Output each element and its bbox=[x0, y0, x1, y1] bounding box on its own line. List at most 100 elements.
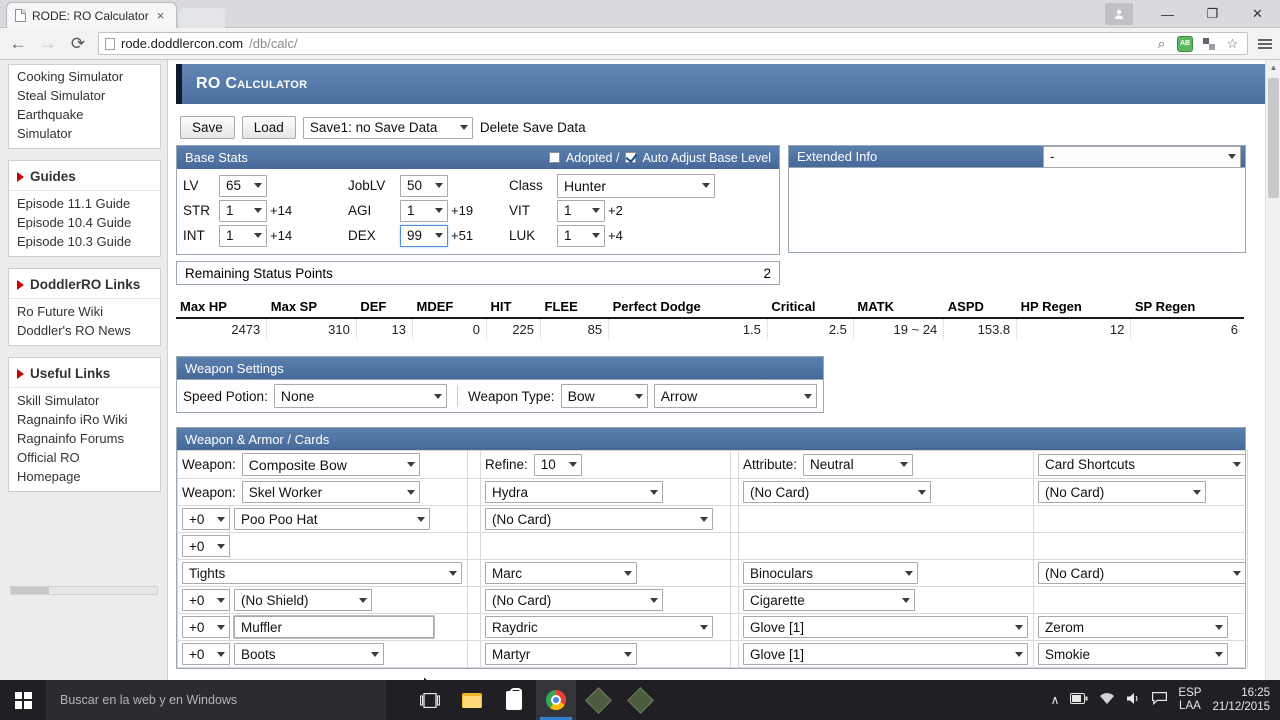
sidebar-link-earthquake[interactable]: Earthquake bbox=[9, 105, 160, 124]
card-slot-select[interactable]: Hydra bbox=[485, 481, 664, 503]
card-shortcuts-select[interactable]: Card Shortcuts bbox=[1038, 453, 1247, 476]
card-slot-select[interactable]: Smokie bbox=[1038, 643, 1229, 665]
sidebar-link-episode-11-1-guide[interactable]: Episode 11.1 Guide bbox=[9, 194, 160, 213]
shield-select[interactable]: (No Shield) bbox=[234, 589, 372, 611]
user-avatar-icon[interactable] bbox=[1105, 3, 1133, 25]
file-explorer-icon[interactable] bbox=[452, 680, 492, 720]
load-button[interactable]: Load bbox=[241, 116, 296, 139]
windows-store-icon[interactable] bbox=[494, 680, 534, 720]
card-slot-select[interactable]: Marc bbox=[485, 562, 638, 584]
ammo-select[interactable]: Arrow bbox=[653, 384, 817, 408]
card-slot-select[interactable]: (No Card) bbox=[485, 508, 714, 530]
card-slot-value: (No Card) bbox=[492, 511, 552, 527]
show-hidden-icons-chevron[interactable]: ∧ bbox=[1051, 693, 1060, 707]
adblock-icon[interactable]: AB bbox=[1177, 35, 1193, 52]
bookmark-star-icon[interactable]: ☆ bbox=[1224, 35, 1241, 52]
armor-select[interactable]: Tights bbox=[182, 562, 462, 584]
accessory-select[interactable]: Cigarette bbox=[743, 589, 916, 611]
speed-potion-select[interactable]: None bbox=[273, 384, 447, 408]
sidebar-link-skill-simulator[interactable]: Skill Simulator bbox=[9, 391, 160, 410]
lv-select[interactable]: 65 bbox=[219, 174, 267, 197]
card-slot-select[interactable]: Zerom bbox=[1038, 616, 1229, 638]
weapon-card-select[interactable]: Skel Worker bbox=[241, 481, 420, 503]
wifi-icon[interactable] bbox=[1099, 692, 1115, 708]
close-window-button[interactable]: ✕ bbox=[1235, 0, 1280, 28]
sidebar-link-episode-10-3-guide[interactable]: Episode 10.3 Guide bbox=[9, 232, 160, 251]
dex-select[interactable]: 99 bbox=[400, 224, 448, 247]
card-slot-select[interactable]: Raydric bbox=[485, 616, 714, 638]
vit-select[interactable]: 1 bbox=[557, 199, 605, 222]
scrollbar-thumb[interactable] bbox=[1268, 78, 1279, 198]
zoom-icon[interactable]: ⌕ bbox=[1153, 35, 1170, 52]
class-select[interactable]: Hunter bbox=[557, 173, 715, 198]
minimize-button[interactable]: — bbox=[1145, 0, 1190, 28]
extended-info-select[interactable]: - bbox=[1043, 145, 1241, 168]
close-tab-icon[interactable]: × bbox=[155, 9, 167, 22]
joblv-select[interactable]: 50 bbox=[400, 174, 448, 197]
sidebar-link-ro-future-wiki[interactable]: Ro Future Wiki bbox=[9, 302, 160, 321]
card-slot-select[interactable]: (No Card) bbox=[1038, 562, 1247, 584]
refine-select[interactable]: +0 bbox=[182, 508, 230, 530]
extension-icon[interactable] bbox=[1200, 35, 1217, 52]
card-slot-select[interactable]: (No Card) bbox=[743, 481, 932, 503]
sidebar-link-ragnainfo-forums[interactable]: Ragnainfo Forums bbox=[9, 429, 160, 448]
weapon-select[interactable]: Composite Bow bbox=[241, 453, 420, 476]
sidebar-link-ragnainfo-iro-wiki[interactable]: Ragnainfo iRo Wiki bbox=[9, 410, 160, 429]
chrome-icon[interactable] bbox=[536, 680, 576, 720]
refine-select[interactable]: +0 bbox=[182, 616, 230, 638]
task-view-icon[interactable] bbox=[410, 680, 450, 720]
chrome-menu-icon[interactable] bbox=[1258, 38, 1272, 49]
refine-select[interactable]: 10 bbox=[533, 453, 582, 476]
card-slot-value: Zerom bbox=[1045, 619, 1085, 635]
app-icon-2[interactable] bbox=[620, 680, 660, 720]
browser-tab[interactable]: RODE: RO Calculator × bbox=[6, 2, 178, 28]
card-slot-select[interactable]: (No Card) bbox=[485, 589, 664, 611]
sidebar-link-cooking-simulator[interactable]: Cooking Simulator bbox=[9, 67, 160, 86]
battery-icon[interactable] bbox=[1070, 693, 1088, 707]
agi-select[interactable]: 1 bbox=[400, 199, 448, 222]
adopted-checkbox[interactable] bbox=[548, 152, 560, 163]
back-icon[interactable]: ← bbox=[8, 35, 28, 52]
card-slot-select[interactable]: Martyr bbox=[485, 643, 638, 665]
headgear-select[interactable]: Poo Poo Hat bbox=[234, 508, 430, 530]
clock[interactable]: 16:25 21/12/2015 bbox=[1212, 686, 1270, 714]
auto-adjust-base-level-checkbox[interactable] bbox=[625, 152, 637, 163]
app-icon-1[interactable] bbox=[578, 680, 618, 720]
sidebar-horizontal-scrollbar[interactable] bbox=[10, 586, 158, 595]
int-select[interactable]: 1 bbox=[219, 224, 267, 247]
sidebar-link-homepage[interactable]: Homepage bbox=[9, 467, 160, 486]
str-select[interactable]: 1 bbox=[219, 199, 267, 222]
language-indicator[interactable]: ESP LAA bbox=[1178, 687, 1201, 713]
reload-icon[interactable]: ⟳ bbox=[68, 35, 88, 52]
refine-select[interactable]: +0 bbox=[182, 643, 230, 665]
calculator-main: RO Calculator Save Load Save1: no Save D… bbox=[168, 60, 1280, 691]
maximize-button[interactable]: ❐ bbox=[1190, 0, 1235, 28]
refine-select[interactable]: +0 bbox=[182, 589, 230, 611]
accessory-select[interactable]: Glove [1] bbox=[743, 643, 1029, 665]
card-slot-select[interactable]: (No Card) bbox=[1038, 481, 1207, 503]
save-button[interactable]: Save bbox=[180, 116, 235, 139]
accessory-select[interactable]: Glove [1] bbox=[743, 616, 1029, 638]
luk-select[interactable]: 1 bbox=[557, 224, 605, 247]
sidebar-link-official-ro[interactable]: Official RO bbox=[9, 448, 160, 467]
taskbar-search-input[interactable]: Buscar en la web y en Windows bbox=[46, 680, 386, 720]
address-bar[interactable]: rode.doddlercon.com/db/calc/ ⌕ AB ☆ bbox=[98, 32, 1248, 55]
footgear-select[interactable]: Boots bbox=[234, 643, 384, 665]
attribute-select[interactable]: Neutral bbox=[803, 453, 914, 476]
start-button[interactable] bbox=[0, 680, 46, 720]
weapon-type-select[interactable]: Bow bbox=[560, 384, 648, 408]
sidebar-link-doddlers-ro-news[interactable]: Doddler's RO News bbox=[9, 321, 160, 340]
garment-select[interactable]: Muffler bbox=[234, 616, 434, 638]
scroll-up-icon[interactable]: ▲ bbox=[1266, 60, 1280, 75]
page-scrollbar[interactable]: ▲ bbox=[1265, 60, 1280, 691]
refine-select[interactable]: +0 bbox=[182, 535, 230, 557]
sidebar-link-episode-10-4-guide[interactable]: Episode 10.4 Guide bbox=[9, 213, 160, 232]
sidebar-link-simulator[interactable]: Simulator bbox=[9, 124, 160, 143]
delete-save-data-link[interactable]: Delete Save Data bbox=[480, 120, 586, 135]
save-slot-select[interactable]: Save1: no Save Data bbox=[302, 116, 473, 139]
sidebar-link-steal-simulator[interactable]: Steal Simulator bbox=[9, 86, 160, 105]
action-center-icon[interactable] bbox=[1152, 692, 1168, 708]
accessory-select[interactable]: Binoculars bbox=[743, 562, 919, 584]
volume-icon[interactable] bbox=[1126, 692, 1141, 708]
new-tab-button[interactable] bbox=[179, 8, 226, 28]
